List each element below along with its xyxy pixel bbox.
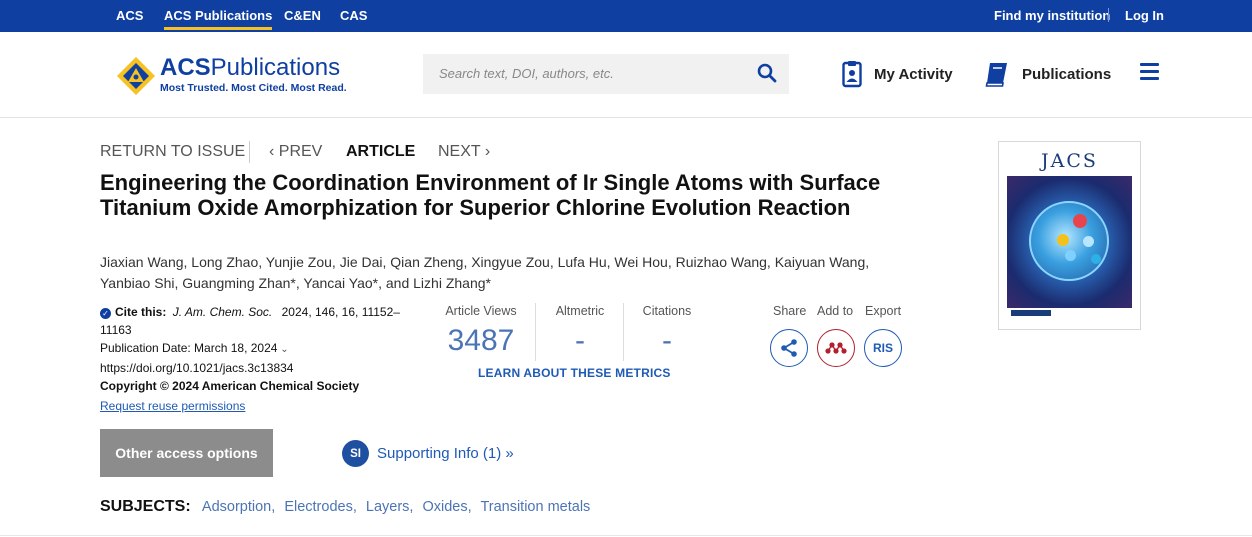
publication-date[interactable]: Publication Date: March 18, 2024: [100, 341, 277, 355]
log-in-link[interactable]: Log In: [1125, 8, 1164, 23]
chevron-down-icon[interactable]: ⌄: [277, 344, 288, 355]
hamburger-menu-icon[interactable]: [1140, 63, 1160, 81]
return-to-issue-link[interactable]: RETURN TO ISSUE: [100, 143, 245, 161]
check-circle-icon: ✓: [100, 308, 111, 319]
export-ris-button[interactable]: RIS: [864, 329, 902, 367]
cite-this-link[interactable]: Cite this:: [115, 305, 166, 319]
article-nav-divider: [249, 141, 250, 163]
altmetric-label: Altmetric: [555, 304, 605, 318]
request-reuse-link[interactable]: Request reuse permissions: [100, 397, 420, 415]
my-activity-label: My Activity: [874, 65, 953, 83]
chevron-left-icon: ‹: [269, 143, 279, 160]
metric-divider: [623, 303, 624, 361]
citations-value: -: [662, 324, 672, 357]
acs-link[interactable]: ACS: [116, 8, 143, 23]
article-views-metric: Article Views 3487: [441, 304, 521, 358]
find-institution-link[interactable]: Find my institution: [994, 8, 1110, 23]
cover-journal-title: JACS: [1041, 150, 1098, 172]
article-tab: ARTICLE: [346, 143, 416, 160]
cas-link[interactable]: CAS: [340, 8, 367, 23]
supporting-info-link[interactable]: SI Supporting Info (1) »: [342, 440, 514, 467]
metric-divider: [535, 303, 536, 361]
citations-metric[interactable]: Citations -: [634, 304, 700, 358]
book-icon: [985, 63, 1007, 87]
citation-block: ✓ Cite this: J. Am. Chem. Soc. 2024, 146,…: [100, 303, 420, 415]
publications-label: Publications: [1022, 65, 1112, 83]
altmetric-metric[interactable]: Altmetric -: [545, 304, 615, 358]
cen-link[interactable]: C&EN: [284, 8, 321, 23]
search-button[interactable]: [757, 63, 781, 87]
chevron-right-icon: ›: [480, 143, 491, 160]
acs-publications-link[interactable]: ACS Publications: [164, 8, 273, 30]
learn-about-metrics-link[interactable]: LEARN ABOUT THESE METRICS: [478, 366, 671, 380]
author-list: Jiaxian Wang, Long Zhao, Yunjie Zou, Jie…: [100, 254, 870, 291]
copyright-text: Copyright © 2024 American Chemical Socie…: [100, 379, 360, 393]
citations-label: Citations: [642, 304, 692, 318]
article-views-value: 3487: [447, 324, 515, 357]
mendeley-icon: [825, 342, 847, 354]
subjects-label: SUBJECTS:: [100, 498, 191, 515]
top-utility-bar: ACS ACS Publications C&EN CAS Find my in…: [0, 0, 1252, 32]
acs-publications-logo[interactable]: ACSPublications Most Trusted. Most Cited…: [116, 54, 347, 98]
prev-link[interactable]: ‹ PREV: [269, 143, 322, 161]
section-divider: [0, 535, 1252, 536]
si-badge-icon: SI: [342, 440, 369, 467]
my-activity-icon: [842, 61, 862, 88]
add-to-label: Add to: [817, 304, 854, 318]
other-access-options-button[interactable]: Other access options: [100, 429, 273, 477]
site-header: ACSPublications Most Trusted. Most Cited…: [0, 32, 1252, 118]
article-views-label: Article Views: [445, 304, 517, 318]
subjects-row: SUBJECTS: Adsorption, Electrodes, Layers…: [100, 498, 591, 515]
altmetric-value: -: [575, 324, 585, 357]
subject-tag[interactable]: Adsorption: [202, 499, 271, 515]
journal-name: J. Am. Chem. Soc.: [172, 305, 273, 319]
publications-button[interactable]: Publications: [984, 58, 1111, 90]
subject-tag[interactable]: Electrodes: [284, 499, 353, 515]
share-icon: [781, 339, 797, 357]
logo-tagline: Most Trusted. Most Cited. Most Read.: [160, 82, 347, 94]
acs-logo-icon: [117, 57, 155, 95]
subject-tag[interactable]: Layers: [366, 499, 410, 515]
topbar-divider: [1108, 8, 1109, 22]
add-to-mendeley-button[interactable]: [817, 329, 855, 367]
export-label: Export: [865, 304, 902, 318]
search-input[interactable]: Search text, DOI, authors, etc.: [423, 54, 789, 94]
my-activity-button[interactable]: My Activity: [842, 58, 953, 90]
share-label: Share: [773, 304, 807, 318]
subject-tag[interactable]: Oxides: [422, 499, 467, 515]
cover-artwork-image: [1007, 176, 1132, 308]
search-placeholder: Search text, DOI, authors, etc.: [439, 66, 614, 81]
search-icon: [757, 63, 777, 83]
supporting-info-label: Supporting Info (1) »: [377, 445, 514, 462]
doi-link[interactable]: https://doi.org/10.1021/jacs.3c13834: [100, 359, 420, 377]
journal-cover[interactable]: JACS: [998, 141, 1141, 330]
ris-label: RIS: [872, 341, 893, 355]
article-title: Engineering the Coordination Environment…: [100, 170, 881, 220]
share-button[interactable]: [770, 329, 808, 367]
logo-wordmark: ACSPublications: [160, 54, 341, 81]
acs-cover-mark: [1011, 310, 1051, 316]
next-link[interactable]: NEXT ›: [438, 143, 490, 161]
subject-tag[interactable]: Transition metals: [480, 499, 590, 515]
